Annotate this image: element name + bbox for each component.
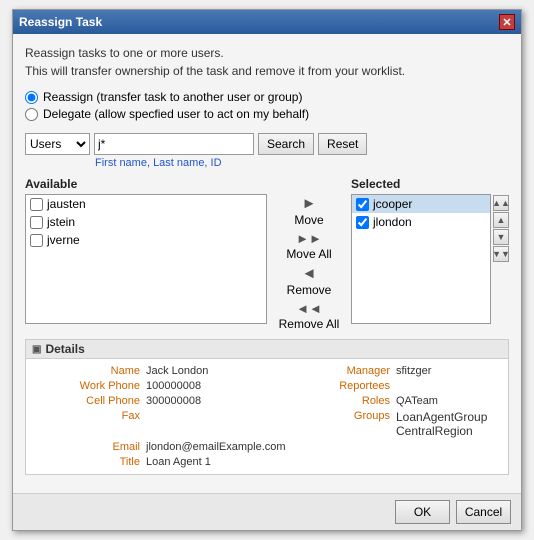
selected-area: Selected jcooper jlondon ▲▲ ▲	[351, 177, 509, 324]
name-value: Jack London	[146, 365, 326, 377]
work-phone-label: Work Phone	[36, 380, 146, 392]
ok-button[interactable]: OK	[395, 500, 450, 524]
available-item-check-jstein[interactable]	[30, 216, 43, 229]
radio-delegate-label: Delegate (allow specfied user to act on …	[43, 107, 309, 121]
search-hint: First name, Last name, ID	[95, 157, 509, 169]
move-all-button[interactable]: ►► Move All	[286, 231, 331, 261]
reset-button[interactable]: Reset	[318, 133, 367, 155]
email-label: Email	[36, 441, 146, 453]
reportees-value	[396, 380, 498, 392]
groups-label: Groups	[326, 410, 396, 438]
title-label: Title	[36, 456, 146, 468]
selected-list[interactable]: jcooper jlondon	[351, 194, 491, 324]
details-section: ▣ Details Name Jack London Manager sfitz…	[25, 339, 509, 475]
available-item-check-jverne[interactable]	[30, 234, 43, 247]
radio-row-delegate: Delegate (allow specfied user to act on …	[25, 107, 509, 121]
search-button[interactable]: Search	[258, 133, 314, 155]
fax-label: Fax	[36, 410, 146, 438]
reassign-task-dialog: Reassign Task ✕ Reassign tasks to one or…	[12, 9, 522, 531]
available-panel: Available jausten jstein jverne	[25, 177, 267, 324]
details-header[interactable]: ▣ Details	[26, 340, 508, 359]
selected-item-check-jlondon[interactable]	[356, 216, 369, 229]
remove-all-label: Remove All	[279, 317, 340, 331]
available-list[interactable]: jausten jstein jverne	[25, 194, 267, 324]
available-item-label: jausten	[47, 197, 86, 211]
scroll-buttons: ▲▲ ▲ ▼ ▼▼	[493, 177, 509, 324]
radio-row-reassign: Reassign (transfer task to another user …	[25, 90, 509, 104]
reportees-label: Reportees	[326, 380, 396, 392]
cell-phone-label: Cell Phone	[36, 395, 146, 407]
email-value: jlondon@emailExample.com	[146, 441, 326, 453]
remove-label: Remove	[287, 283, 332, 297]
collapse-icon: ▣	[32, 344, 41, 355]
selected-item-check-jcooper[interactable]	[356, 198, 369, 211]
move-label: Move	[294, 213, 323, 227]
cancel-button[interactable]: Cancel	[456, 500, 511, 524]
scroll-down-button[interactable]: ▼	[493, 229, 509, 245]
roles-value: QATeam	[396, 395, 498, 407]
description: Reassign tasks to one or more users. Thi…	[25, 44, 509, 80]
remove-button[interactable]: ◄ Remove	[287, 265, 332, 297]
list-item[interactable]: jcooper	[352, 195, 490, 213]
roles-label: Roles	[326, 395, 396, 407]
available-item-check-jausten[interactable]	[30, 198, 43, 211]
main-area: Available jausten jstein jverne	[25, 177, 509, 331]
details-title: Details	[45, 342, 84, 356]
available-item-label: jverne	[47, 233, 80, 247]
close-button[interactable]: ✕	[499, 14, 515, 30]
search-type-select[interactable]: Users Groups	[25, 133, 90, 155]
details-body: Name Jack London Manager sfitzger Work P…	[26, 359, 508, 474]
radio-delegate[interactable]	[25, 108, 38, 121]
work-phone-value: 100000008	[146, 380, 326, 392]
transfer-buttons: ► Move ►► Move All ◄ Remove ◄◄ Remove Al…	[273, 177, 345, 331]
move-all-label: Move All	[286, 247, 331, 261]
radio-reassign[interactable]	[25, 91, 38, 104]
search-row: Users Groups Search Reset	[25, 133, 509, 155]
manager-value: sfitzger	[396, 365, 498, 377]
selected-item-label: jcooper	[373, 197, 412, 211]
description-line2: This will transfer ownership of the task…	[25, 62, 509, 80]
dialog-body: Reassign tasks to one or more users. Thi…	[13, 34, 521, 493]
radio-reassign-label: Reassign (transfer task to another user …	[43, 90, 302, 104]
list-item[interactable]: jstein	[26, 213, 266, 231]
dialog-title: Reassign Task	[19, 15, 102, 29]
selected-panel: Selected jcooper jlondon	[351, 177, 491, 324]
list-item[interactable]: jlondon	[352, 213, 490, 231]
description-line1: Reassign tasks to one or more users.	[25, 44, 509, 62]
groups-value: LoanAgentGroup CentralRegion	[396, 410, 498, 438]
dialog-footer: OK Cancel	[13, 493, 521, 530]
name-label: Name	[36, 365, 146, 377]
available-item-label: jstein	[47, 215, 75, 229]
scroll-top-button[interactable]: ▲▲	[493, 195, 509, 211]
move-button[interactable]: ► Move	[294, 195, 323, 227]
remove-all-button[interactable]: ◄◄ Remove All	[279, 301, 340, 331]
list-item[interactable]: jausten	[26, 195, 266, 213]
cell-phone-value: 300000008	[146, 395, 326, 407]
manager-label: Manager	[326, 365, 396, 377]
selected-item-label: jlondon	[373, 215, 412, 229]
search-input[interactable]	[94, 133, 254, 155]
available-label: Available	[25, 177, 267, 191]
title-bar: Reassign Task ✕	[13, 10, 521, 34]
title-value: Loan Agent 1	[146, 456, 326, 468]
list-item[interactable]: jverne	[26, 231, 266, 249]
selected-label: Selected	[351, 177, 491, 191]
scroll-up-button[interactable]: ▲	[493, 212, 509, 228]
scroll-bottom-button[interactable]: ▼▼	[493, 246, 509, 262]
radio-group: Reassign (transfer task to another user …	[25, 90, 509, 121]
fax-value	[146, 410, 326, 438]
